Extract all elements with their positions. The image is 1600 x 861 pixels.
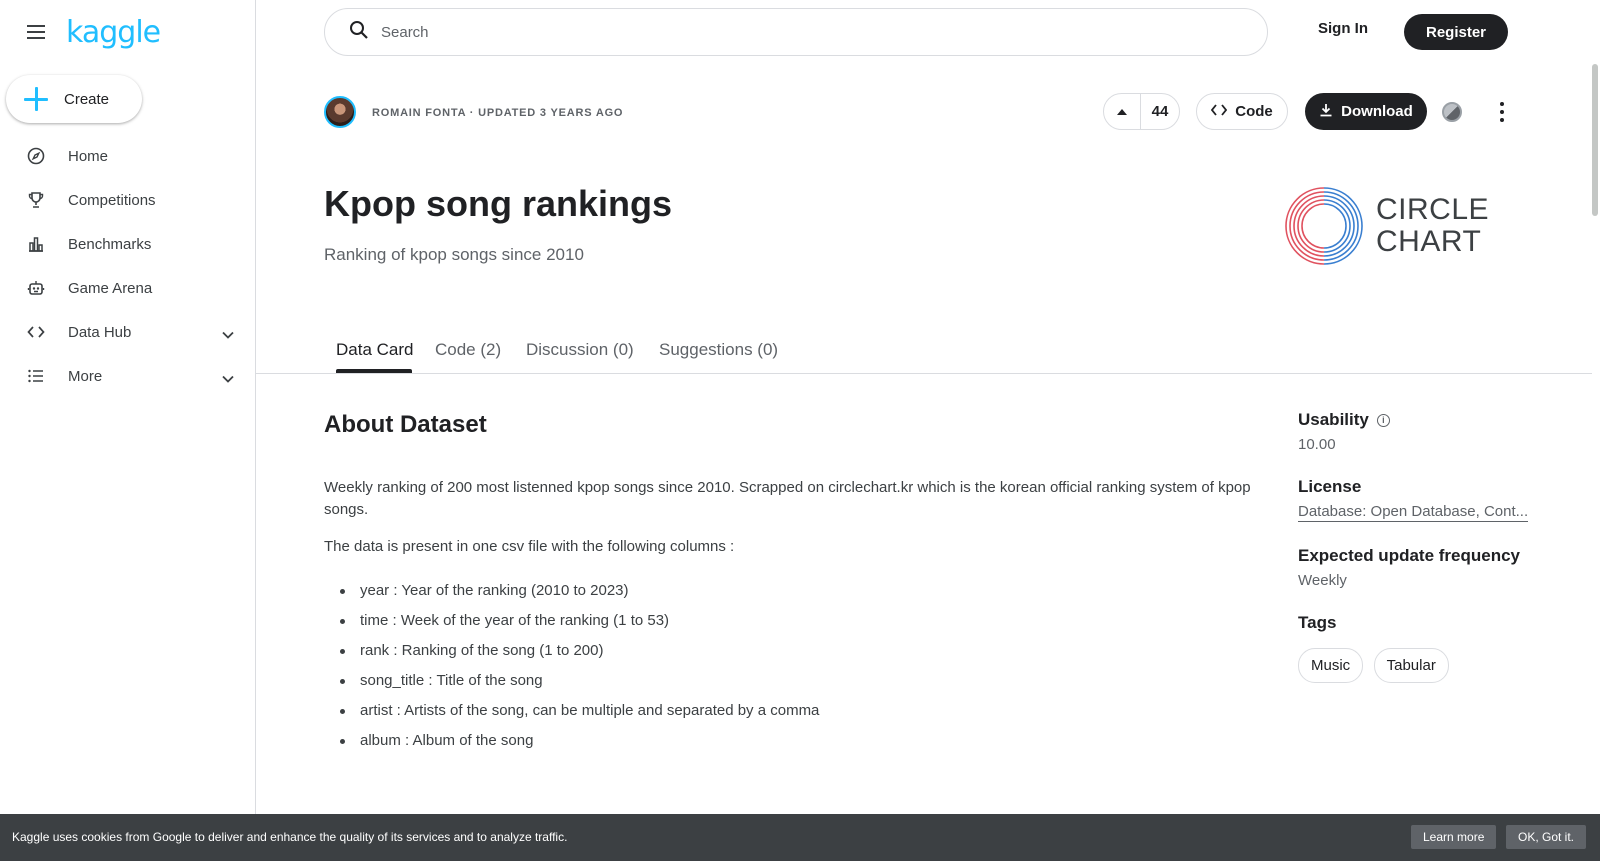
list-icon xyxy=(26,366,46,386)
hamburger-menu-icon[interactable] xyxy=(24,20,48,44)
sidebar-item-game-arena[interactable]: Game Arena xyxy=(0,266,256,310)
robot-icon xyxy=(26,278,46,298)
about-heading: About Dataset xyxy=(324,411,487,438)
frequency-label: Expected update frequency xyxy=(1298,546,1521,565)
avatar[interactable] xyxy=(324,96,356,128)
tab-suggestions[interactable]: Suggestions (0) xyxy=(659,340,778,360)
register-button[interactable]: Register xyxy=(1404,14,1508,50)
sidebar-item-label: Benchmarks xyxy=(68,235,152,253)
sidebar-item-label: Home xyxy=(68,147,109,165)
vote-count: 44 xyxy=(1151,103,1169,120)
circle-chart-logo-icon xyxy=(1285,187,1363,265)
download-button[interactable]: Download xyxy=(1305,93,1427,130)
tag-chip[interactable]: Tabular xyxy=(1373,648,1449,683)
metadata-panel: Usability i 10.00 License Database: Open … xyxy=(1298,410,1529,683)
sidebar-item-more[interactable]: More xyxy=(0,354,256,398)
search-icon xyxy=(349,20,369,45)
active-tab-indicator xyxy=(336,369,412,373)
sidebar-item-label: Game Arena xyxy=(68,279,153,297)
tag-chip[interactable]: Music xyxy=(1298,648,1364,683)
create-label: Create xyxy=(64,90,110,108)
search-input[interactable] xyxy=(381,23,1181,41)
list-item: song_title : Title of the song xyxy=(340,672,819,702)
bar-chart-icon xyxy=(26,234,46,254)
sidebar-item-label: Competitions xyxy=(68,191,156,209)
page-title: Kpop song rankings xyxy=(324,183,673,224)
tab-data-card[interactable]: Data Card xyxy=(336,340,413,360)
theme-toggle-icon[interactable] xyxy=(1442,102,1462,122)
usability-value: 10.00 xyxy=(1298,436,1336,453)
usability-section: Usability i 10.00 xyxy=(1298,410,1528,453)
trophy-icon xyxy=(26,190,46,210)
scrollbar-thumb[interactable] xyxy=(1592,64,1598,216)
sidebar-item-benchmarks[interactable]: Benchmarks xyxy=(0,222,256,266)
tab-bar: Data Card Code (2) Discussion (0) Sugges… xyxy=(256,324,1592,374)
about-paragraph: Weekly ranking of 200 most listenned kpo… xyxy=(324,479,1251,518)
info-icon[interactable]: i xyxy=(1376,413,1390,427)
license-section: License Database: Open Database, Cont... xyxy=(1298,477,1529,522)
dataset-cover-image: CIRCLE CHART xyxy=(1266,160,1516,292)
code-button-label: Code xyxy=(1235,103,1273,120)
sidebar-item-competitions[interactable]: Competitions xyxy=(0,178,256,222)
frequency-value: Weekly xyxy=(1298,572,1347,589)
about-paragraph: The data is present in one csv file with… xyxy=(324,538,735,555)
code-icon xyxy=(26,322,46,342)
page-subtitle: Ranking of kpop songs since 2010 xyxy=(324,245,584,264)
sidebar-item-home[interactable]: Home xyxy=(0,134,256,178)
code-button[interactable]: Code xyxy=(1196,93,1288,130)
tags-label: Tags xyxy=(1298,613,1337,632)
list-item: time : Week of the year of the ranking (… xyxy=(340,612,819,642)
cookie-banner: Kaggle uses cookies from Google to deliv… xyxy=(0,814,1600,861)
sidebar-item-label: More xyxy=(68,367,103,385)
compass-icon xyxy=(26,146,46,166)
cover-text-line: CHART xyxy=(1376,225,1482,258)
list-item: rank : Ranking of the song (1 to 200) xyxy=(340,642,819,672)
usability-label: Usability xyxy=(1298,410,1369,429)
cover-text-line: CIRCLE xyxy=(1376,193,1490,226)
sidebar-item-label: Data Hub xyxy=(68,323,132,341)
sign-in-button[interactable]: Sign In xyxy=(1318,20,1368,37)
caret-up-icon xyxy=(1117,108,1127,115)
tab-code[interactable]: Code (2) xyxy=(435,340,501,360)
list-item: year : Year of the ranking (2010 to 2023… xyxy=(340,582,819,612)
list-item: artist : Artists of the song, can be mul… xyxy=(340,702,819,732)
learn-more-button[interactable]: Learn more xyxy=(1411,825,1497,849)
code-icon xyxy=(1211,103,1228,120)
logo-row: kaggle xyxy=(24,15,161,50)
list-item: album : Album of the song xyxy=(340,732,819,762)
upvote-control: 44 xyxy=(1103,93,1180,130)
cover-text: CIRCLE CHART xyxy=(1376,194,1489,258)
tab-discussion[interactable]: Discussion (0) xyxy=(526,340,634,360)
create-button[interactable]: Create xyxy=(6,75,142,123)
sidebar-item-data-hub[interactable]: Data Hub xyxy=(0,310,256,354)
author-line: ROMAIN FONTA · UPDATED 3 YEARS AGO xyxy=(372,107,624,119)
frequency-section: Expected update frequency Weekly xyxy=(1298,546,1528,589)
download-icon xyxy=(1319,103,1333,121)
license-link[interactable]: Database: Open Database, Cont... xyxy=(1298,503,1529,522)
chevron-down-icon[interactable] xyxy=(222,326,234,344)
cookie-message: Kaggle uses cookies from Google to deliv… xyxy=(12,830,568,844)
more-options-icon[interactable] xyxy=(1500,102,1504,122)
column-list: year : Year of the ranking (2010 to 2023… xyxy=(340,582,819,762)
upvote-button[interactable] xyxy=(1104,94,1141,129)
download-button-label: Download xyxy=(1341,103,1413,120)
ok-got-it-button[interactable]: OK, Got it. xyxy=(1506,825,1587,849)
sidebar: kaggle Create Home Competitions Benchmar… xyxy=(0,0,256,861)
plus-icon xyxy=(24,87,48,111)
tags-section: Tags Music Tabular xyxy=(1298,613,1528,683)
sidebar-nav: Home Competitions Benchmarks Game Arena … xyxy=(0,134,256,398)
search-bar[interactable] xyxy=(324,8,1268,56)
license-label: License xyxy=(1298,477,1362,496)
chevron-down-icon[interactable] xyxy=(222,370,234,388)
kaggle-logo[interactable]: kaggle xyxy=(66,15,161,50)
